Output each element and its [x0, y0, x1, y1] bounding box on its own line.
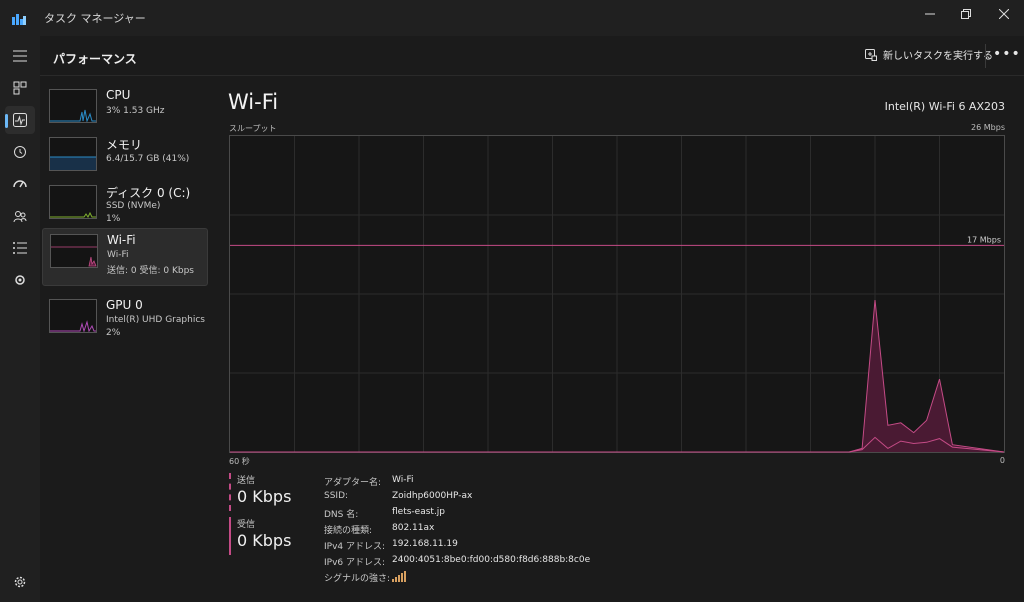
perf-item-usage: 送信: 0 受信: 0 Kbps: [107, 266, 194, 276]
prop-key: SSID:: [324, 491, 349, 501]
prop-value: 2400:4051:8be0:fd00:d580:f8d6:888b:8c0e: [392, 555, 591, 565]
selection-indicator: [5, 114, 8, 128]
prop-key: アダプター名:: [324, 478, 382, 488]
prop-dns: DNS 名: flets-east.jp: [324, 507, 684, 523]
prop-key: DNS 名:: [324, 510, 359, 520]
more-options-button[interactable]: •••: [993, 46, 1021, 62]
perf-item-name: メモリ: [106, 138, 143, 152]
services-icon[interactable]: [5, 266, 35, 294]
detail-title: Wi-Fi: [228, 90, 279, 114]
perf-item-detail: 6.4/15.7 GB (41%): [106, 154, 190, 164]
main-content: パフォーマンス 新しいタスクを実行する ••• CPU 3% 1.53 GHz …: [40, 36, 1024, 602]
receive-value: 0 Kbps: [237, 531, 292, 550]
prop-key: IPv4 アドレス:: [324, 542, 386, 552]
prop-value: Zoidhp6000HP-ax: [392, 491, 473, 501]
reference-line-label: 17 Mbps: [967, 235, 1001, 244]
perf-item-name: CPU: [106, 88, 131, 102]
details-icon[interactable]: [5, 234, 35, 262]
users-icon[interactable]: [5, 202, 35, 230]
perf-item-gpu[interactable]: GPU 0 Intel(R) UHD Graphics 2%: [42, 294, 208, 352]
prop-signal-strength: シグナルの強さ:: [324, 571, 684, 587]
prop-adapter-name: アダプター名: Wi-Fi: [324, 475, 684, 491]
max-throughput-label: 26 Mbps: [971, 123, 1005, 132]
perf-item-detail: 3% 1.53 GHz: [106, 106, 165, 116]
window-title: タスク マネージャー: [44, 12, 146, 25]
receive-label: 受信: [237, 520, 256, 530]
cpu-thumbnail: [49, 89, 97, 123]
prop-value: Wi-Fi: [392, 475, 414, 485]
nav-rail: [0, 36, 40, 602]
send-legend-bar: [229, 473, 231, 511]
prop-value: 192.168.11.19: [392, 539, 458, 549]
prop-key: 接続の種類:: [324, 526, 373, 536]
page-title: パフォーマンス: [53, 52, 137, 66]
page-header: パフォーマンス 新しいタスクを実行する •••: [40, 36, 1024, 76]
hamburger-menu-icon[interactable]: [5, 42, 35, 70]
prop-key: IPv6 アドレス:: [324, 558, 386, 568]
prop-value: flets-east.jp: [392, 507, 446, 517]
send-stat: 送信 0 Kbps: [229, 473, 329, 511]
new-task-icon: [865, 48, 877, 61]
performance-icon[interactable]: [5, 106, 35, 134]
signal-strength-icon: [392, 571, 406, 585]
disk-thumbnail: [49, 185, 97, 219]
settings-icon[interactable]: [5, 568, 35, 596]
send-value: 0 Kbps: [237, 487, 292, 506]
minimize-button[interactable]: [916, 4, 944, 24]
x-axis-left-label: 60 秒: [229, 457, 250, 466]
prop-key: シグナルの強さ:: [324, 574, 391, 584]
task-manager-icon: [12, 10, 26, 29]
send-label: 送信: [237, 476, 256, 486]
prop-ipv6: IPv6 アドレス: 2400:4051:8be0:fd00:d580:f8d6…: [324, 555, 684, 571]
run-new-task-label: 新しいタスクを実行する: [883, 51, 993, 62]
perf-item-usage: 2%: [106, 328, 121, 338]
perf-item-detail: Intel(R) UHD Graphics: [106, 315, 205, 325]
wifi-thumbnail: [50, 234, 98, 268]
prop-ssid: SSID: Zoidhp6000HP-ax: [324, 491, 684, 507]
receive-legend-bar: [229, 517, 231, 555]
memory-thumbnail: [49, 137, 97, 171]
adapter-model: Intel(R) Wi-Fi 6 AX203: [884, 100, 1005, 113]
prop-ipv4: IPv4 アドレス: 192.168.11.19: [324, 539, 684, 555]
prop-value: 802.11ax: [392, 523, 435, 533]
x-axis-right-label: 0: [999, 456, 1005, 465]
perf-item-usage: 1%: [106, 214, 121, 224]
gpu-thumbnail: [49, 299, 97, 333]
prop-connection-type: 接続の種類: 802.11ax: [324, 523, 684, 539]
run-new-task-button[interactable]: 新しいタスクを実行する: [865, 47, 993, 62]
startup-apps-icon[interactable]: [5, 170, 35, 198]
close-button[interactable]: [990, 4, 1018, 24]
throughput-label: スループット: [229, 124, 277, 133]
receive-stat: 受信 0 Kbps: [229, 517, 329, 555]
perf-item-name: ディスク 0 (C:): [106, 186, 191, 200]
perf-item-wifi[interactable]: Wi-Fi Wi-Fi 送信: 0 受信: 0 Kbps: [42, 228, 208, 286]
title-bar: タスク マネージャー: [0, 0, 1024, 36]
perf-item-name: Wi-Fi: [107, 233, 136, 247]
header-divider: [985, 44, 986, 68]
restore-button[interactable]: [952, 4, 980, 24]
perf-item-name: GPU 0: [106, 298, 143, 312]
app-history-icon[interactable]: [5, 138, 35, 166]
perf-item-detail: SSD (NVMe): [106, 201, 161, 211]
throughput-graph: 17 Mbps: [229, 135, 1005, 453]
perf-item-detail: Wi-Fi: [107, 250, 129, 260]
processes-icon[interactable]: [5, 74, 35, 102]
